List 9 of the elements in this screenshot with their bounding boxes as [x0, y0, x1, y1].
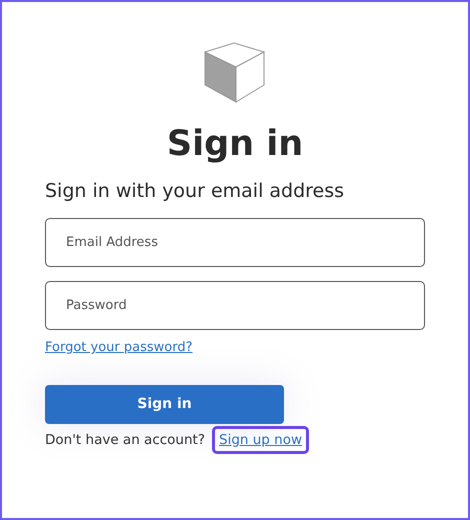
sign-up-link[interactable]: Sign up now: [212, 426, 310, 454]
forgot-password-link[interactable]: Forgot your password?: [45, 339, 193, 357]
input-field[interactable]: Password: [45, 281, 425, 330]
page-title: Sign in: [166, 123, 304, 166]
sign-in-button[interactable]: Sign in: [45, 385, 284, 424]
signup-prompt: Don't have an account?: [45, 431, 205, 450]
form-heading: Sign in with your email address: [45, 179, 344, 204]
cube-icon: [204, 42, 266, 104]
input-field[interactable]: Email Address: [45, 218, 425, 267]
